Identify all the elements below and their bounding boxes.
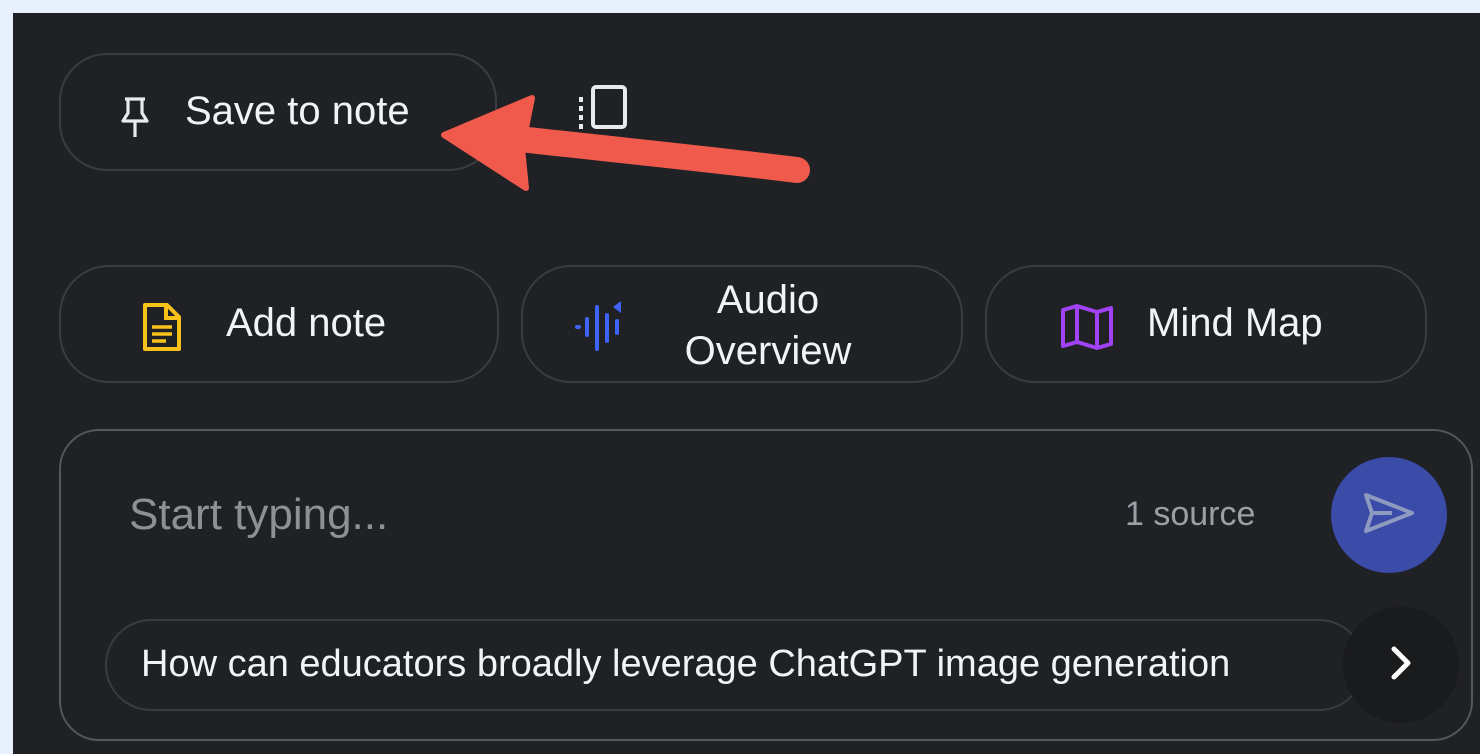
save-to-note-button[interactable]: Save to note [59,53,497,171]
chat-composer: 1 source How can educators broadly lever… [59,429,1473,741]
suggestion-fade [1223,621,1363,709]
audio-waveform-icon [571,297,631,362]
next-suggestion-button[interactable] [1343,607,1459,723]
suggested-question-chip[interactable]: How can educators broadly leverage ChatG… [105,619,1365,711]
send-button[interactable] [1331,457,1447,573]
send-icon [1362,491,1416,540]
audio-overview-label: Audio Overview [648,275,888,377]
source-count: 1 source [1125,495,1256,533]
note-doc-icon [141,301,183,358]
save-to-note-label: Save to note [185,89,410,133]
audio-overview-line1: Audio [716,278,820,322]
mind-map-button[interactable]: Mind Map [985,265,1427,383]
pin-icon [119,95,151,144]
add-note-label: Add note [226,301,387,345]
audio-overview-button[interactable]: Audio Overview [521,265,963,383]
chevron-right-icon [1386,643,1416,688]
chat-input[interactable] [127,487,1031,543]
notebook-panel: Save to note Add note Audio Overview Min… [13,13,1480,754]
map-icon [1059,304,1115,355]
suggested-question-text: How can educators broadly leverage ChatG… [141,643,1231,685]
copy-icon[interactable] [575,83,631,150]
mind-map-label: Mind Map [1147,301,1323,345]
audio-overview-line2: Overview [684,329,852,373]
add-note-button[interactable]: Add note [59,265,499,383]
